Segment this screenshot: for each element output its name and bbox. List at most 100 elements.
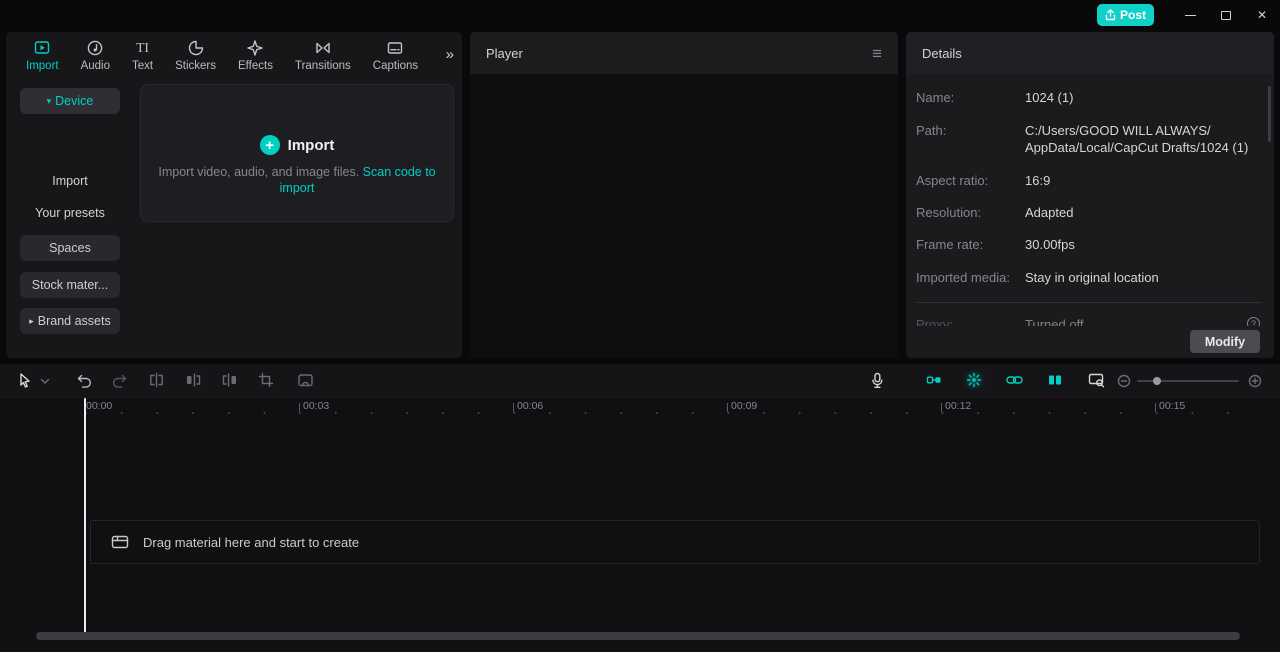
sidebar-item-your-presets[interactable]: Your presets (6, 206, 134, 220)
split-button[interactable] (148, 372, 165, 389)
tab-transitions-label: Transitions (294, 59, 351, 72)
stickers-tab-icon (187, 39, 205, 57)
import-card-description: Import video, audio, and image files. Sc… (156, 164, 438, 196)
details-scrollbar[interactable] (1268, 86, 1271, 142)
tab-import[interactable]: Import (18, 37, 67, 74)
tab-stickers[interactable]: Stickers (167, 37, 224, 74)
ruler-tick (941, 403, 942, 412)
ruler-tick (513, 403, 514, 412)
delete-right-button[interactable] (221, 372, 238, 389)
zoom-out-button[interactable] (1117, 374, 1131, 388)
tab-captions-label: Captions (372, 59, 419, 72)
crop-button[interactable] (258, 372, 274, 388)
delete-left-button[interactable] (185, 372, 202, 389)
record-voiceover-button[interactable] (869, 372, 886, 390)
zoom-slider-handle[interactable] (1153, 377, 1161, 385)
sidebar-brand-label: Brand assets (37, 314, 111, 328)
detail-row-resolution: Resolution: Adapted (916, 205, 1262, 222)
ruler-minor-ticks (85, 412, 1256, 414)
detail-resolution-value: Adapted (1025, 205, 1074, 220)
tab-import-label: Import (26, 59, 59, 72)
close-button[interactable]: ✕ (1244, 0, 1280, 30)
detail-framerate-label: Frame rate: (916, 237, 984, 252)
tool-dropdown-chevron-icon[interactable] (40, 378, 50, 385)
timeline-zoom-slider[interactable] (1137, 377, 1239, 385)
info-icon: ? (1247, 317, 1260, 326)
post-button[interactable]: Post (1097, 4, 1154, 26)
detail-imported-label: Imported media: (916, 270, 1010, 285)
tab-captions[interactable]: Captions (365, 37, 426, 74)
redo-button[interactable] (111, 372, 128, 389)
sidebar-item-device[interactable]: ▾ Device (20, 88, 120, 114)
detail-framerate-value: 30.00fps (1025, 237, 1075, 252)
player-menu-icon[interactable]: ≡ (872, 45, 882, 62)
captions-tab-icon (386, 39, 404, 57)
tab-transitions[interactable]: Transitions (287, 37, 359, 74)
ruler-mark-0: 00:00 (86, 401, 112, 412)
audio-tab-icon (86, 39, 104, 57)
player-title: Player (486, 45, 523, 61)
media-tabbar: Import Audio TI Text Stickers Effects Tr… (6, 32, 440, 78)
media-icon (111, 534, 129, 550)
sidebar-item-import[interactable]: Import (6, 174, 134, 188)
detail-name-value: 1024 (1) (1025, 90, 1074, 105)
import-tab-icon (33, 39, 51, 57)
fit-timeline-button[interactable] (1088, 372, 1105, 389)
details-body: Name: 1024 (1) Path: C:/Users/GOOD WILL … (906, 74, 1274, 326)
link-button[interactable] (1006, 372, 1023, 388)
ruler-time-label: 00:00 (86, 400, 113, 412)
minimize-button[interactable] (1172, 0, 1208, 30)
import-title-row: + Import (259, 135, 335, 155)
ruler-mark-5: 00:15 (1155, 401, 1185, 412)
select-tool-button[interactable] (16, 372, 34, 390)
detail-name-label: Name: (916, 90, 955, 105)
timeline-dropzone[interactable]: Drag material here and start to create (90, 520, 1260, 564)
tab-effects[interactable]: Effects (230, 37, 281, 74)
detail-proxy-label: Proxy: (916, 317, 953, 326)
media-panel: Import Audio TI Text Stickers Effects Tr… (6, 32, 462, 358)
sidebar-stock-label: Stock mater... (31, 278, 109, 292)
import-card-title: Import (287, 136, 335, 154)
player-header: Player ≡ (470, 32, 898, 74)
mask-button[interactable] (297, 372, 314, 389)
zoom-in-button[interactable] (1248, 374, 1262, 388)
detail-row-imported-media: Imported media: Stay in original locatio… (916, 270, 1262, 287)
expand-tabs-chevrons-icon[interactable]: » (446, 46, 454, 63)
tab-text-label: Text (132, 59, 154, 72)
plus-icon: + (259, 135, 280, 155)
tab-audio[interactable]: Audio (73, 37, 118, 74)
import-desc-text: Import video, audio, and image files. (158, 165, 363, 179)
details-footer: Modify (906, 326, 1274, 358)
import-dropzone[interactable]: + Import Import video, audio, and image … (140, 84, 454, 222)
undo-button[interactable] (76, 372, 93, 389)
detail-resolution-label: Resolution: (916, 205, 982, 220)
ruler-mark-2: 00:06 (513, 401, 543, 412)
share-icon (1105, 9, 1116, 21)
sidebar-item-spaces[interactable]: Spaces (20, 235, 120, 261)
close-icon: ✕ (1256, 8, 1268, 22)
detail-path-line2: AppData/Local/CapCut Drafts/1024 (1) (1025, 139, 1249, 155)
tab-effects-label: Effects (238, 59, 273, 72)
sidebar-spaces-label: Spaces (49, 241, 91, 255)
detail-path-label: Path: (916, 123, 947, 138)
detail-path-line1: C:/Users/GOOD WILL ALWAYS/ (1025, 123, 1211, 138)
sidebar-device-label: Device (55, 94, 94, 108)
ruler-tick (299, 403, 300, 412)
timeline-scrollbar[interactable] (36, 632, 1240, 640)
ruler-time-label: 00:09 (731, 400, 758, 412)
detail-row-frame-rate: Frame rate: 30.00fps (916, 237, 1262, 254)
ruler-time-label: 00:06 (517, 400, 544, 412)
preview-axis-button[interactable] (1047, 372, 1063, 388)
detail-proxy-value: Turned off (1025, 317, 1084, 326)
sidebar-item-stock-materials[interactable]: Stock mater... (20, 272, 120, 298)
main-track-magnet-button[interactable] (926, 372, 942, 388)
ruler-time-label: 00:03 (303, 400, 330, 412)
transitions-tab-icon (314, 39, 332, 57)
tab-text[interactable]: TI Text (124, 37, 161, 74)
maximize-button[interactable] (1208, 0, 1244, 30)
modify-button[interactable]: Modify (1190, 330, 1260, 353)
auto-snap-button[interactable] (966, 372, 982, 388)
sidebar-item-brand-assets[interactable]: ▸ Brand assets (20, 308, 120, 334)
details-header: Details (906, 32, 1274, 74)
playhead[interactable] (84, 398, 86, 634)
